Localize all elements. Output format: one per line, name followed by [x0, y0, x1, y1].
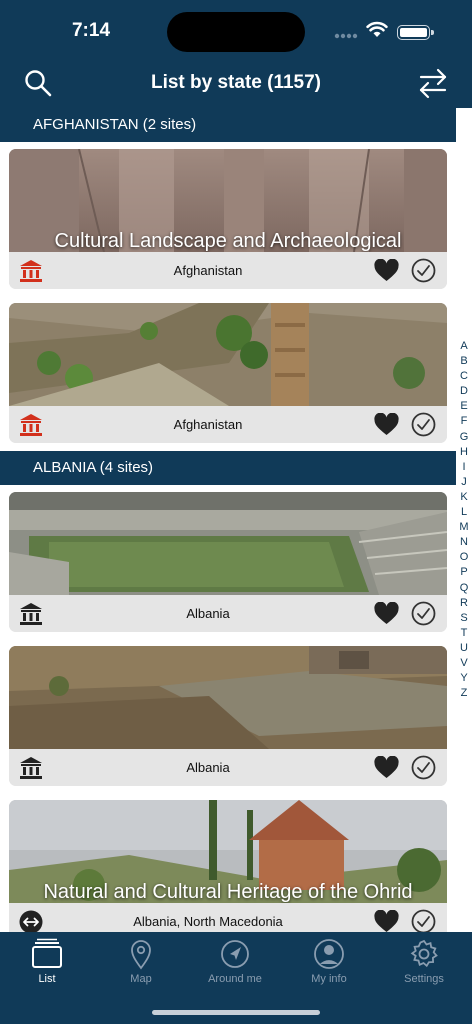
index-letter[interactable]: M	[459, 520, 468, 535]
transboundary-arrows-icon	[19, 910, 43, 934]
index-letter[interactable]: T	[461, 626, 468, 641]
index-letter[interactable]: F	[461, 414, 468, 429]
cultural-site-icon	[20, 260, 42, 282]
site-country: Albania, North Macedonia	[133, 914, 283, 929]
site-card[interactable]: Butrint Albania	[9, 492, 447, 632]
index-letter[interactable]: P	[460, 565, 467, 580]
index-letter[interactable]: S	[460, 611, 467, 626]
favorite-heart-icon[interactable]	[374, 756, 399, 779]
site-card[interactable]: Historic Centres of Berat and Gjirokastr…	[9, 646, 447, 786]
index-letter[interactable]: R	[460, 596, 468, 611]
index-letter[interactable]: I	[462, 460, 465, 475]
card-footer: Albania	[9, 595, 447, 632]
battery-icon	[397, 25, 434, 40]
status-time: 7:14	[71, 20, 111, 41]
favorite-heart-icon[interactable]	[374, 602, 399, 625]
site-card[interactable]: Cultural Landscape and Archaeological Re…	[9, 149, 447, 289]
index-letter[interactable]: Z	[461, 686, 468, 701]
visited-check-icon[interactable]	[411, 909, 436, 934]
index-letter[interactable]: A	[460, 339, 467, 354]
favorite-heart-icon[interactable]	[374, 910, 399, 933]
top-bar: 7:14 List by state (1157)	[0, 0, 472, 108]
swap-arrows-icon[interactable]	[418, 67, 448, 99]
visited-check-icon[interactable]	[411, 755, 436, 780]
site-card[interactable]: Minaret and Archaeological Remains of Ja…	[9, 303, 447, 443]
index-letter[interactable]: Q	[460, 581, 469, 596]
site-country: Afghanistan	[173, 417, 243, 432]
site-card[interactable]: Natural and Cultural Heritage of the Ohr…	[9, 800, 447, 940]
visited-check-icon[interactable]	[411, 601, 436, 626]
list-icon	[32, 938, 62, 968]
site-country: Albania	[186, 760, 230, 775]
tab-around-me[interactable]: Around me	[188, 932, 282, 992]
tab-label: Around me	[208, 973, 262, 985]
index-letter[interactable]: E	[460, 399, 467, 414]
index-letter[interactable]: B	[460, 354, 467, 369]
index-letter[interactable]: V	[460, 656, 467, 671]
index-letter[interactable]: H	[460, 445, 468, 460]
search-icon[interactable]	[24, 69, 52, 97]
index-letter[interactable]: K	[460, 490, 467, 505]
index-letter[interactable]: D	[460, 384, 468, 399]
cultural-site-icon	[20, 603, 42, 625]
alphabet-index[interactable]: ABCDEFGHIJKLMNOPQRSTUVYZ	[456, 339, 472, 701]
page-title: List by state (1157)	[150, 72, 322, 93]
dynamic-island	[167, 12, 305, 52]
visited-check-icon[interactable]	[411, 412, 436, 437]
card-footer: Albania	[9, 749, 447, 786]
tab-map[interactable]: Map	[94, 932, 188, 992]
tab-label: My info	[311, 973, 347, 985]
cultural-site-icon	[20, 757, 42, 779]
home-indicator	[152, 1010, 320, 1015]
gear-icon	[410, 939, 438, 968]
favorite-heart-icon[interactable]	[374, 413, 399, 436]
site-country: Afghanistan	[173, 263, 243, 278]
index-letter[interactable]: O	[460, 550, 469, 565]
tab-my-info[interactable]: My info	[282, 932, 376, 992]
section-header-albania: ALBANIA (4 sites)	[0, 451, 456, 485]
section-header-afghanistan: AFGHANISTAN (2 sites)	[0, 108, 456, 142]
map-pin-icon	[131, 940, 151, 970]
tab-label: Settings	[404, 973, 444, 985]
person-icon	[314, 939, 344, 969]
index-letter[interactable]: N	[460, 535, 468, 550]
card-footer: Afghanistan	[9, 406, 447, 443]
index-letter[interactable]: Y	[460, 671, 467, 686]
favorite-heart-icon[interactable]	[374, 259, 399, 282]
tab-label: List	[38, 973, 56, 985]
index-letter[interactable]: C	[460, 369, 468, 384]
cultural-site-icon	[20, 414, 42, 436]
wifi-icon	[366, 21, 388, 37]
card-footer: Afghanistan	[9, 252, 447, 289]
index-letter[interactable]: G	[460, 430, 469, 445]
cellular-signal-icon	[334, 33, 358, 39]
tab-list[interactable]: List	[0, 932, 94, 992]
visited-check-icon[interactable]	[411, 258, 436, 283]
index-letter[interactable]: L	[461, 505, 467, 520]
tab-settings[interactable]: Settings	[377, 932, 471, 992]
site-country: Albania	[186, 606, 230, 621]
index-letter[interactable]: U	[460, 641, 468, 656]
tab-label: Map	[130, 973, 152, 985]
index-letter[interactable]: J	[461, 475, 467, 490]
compass-icon	[221, 940, 249, 968]
